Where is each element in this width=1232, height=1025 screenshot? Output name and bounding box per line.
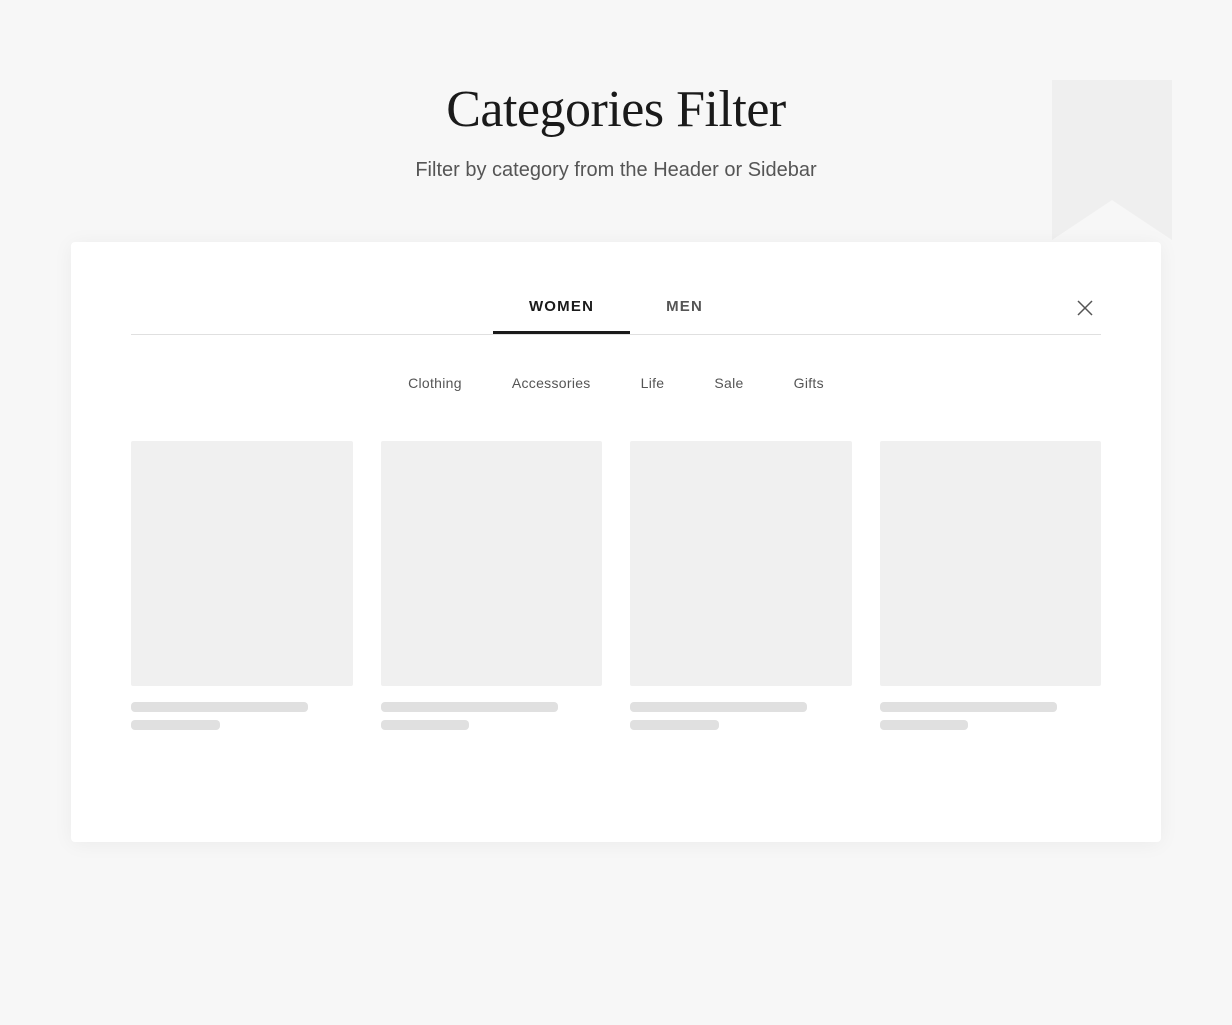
category-clothing[interactable]: Clothing xyxy=(408,375,462,391)
product-image-4 xyxy=(880,441,1102,686)
tabs-container: WOMEN MEN xyxy=(493,282,739,334)
product-card-1[interactable] xyxy=(131,441,353,730)
product-card-2[interactable] xyxy=(381,441,603,730)
category-life[interactable]: Life xyxy=(641,375,665,391)
product-title-placeholder-1 xyxy=(131,702,308,712)
page-header: Categories Filter Filter by category fro… xyxy=(415,0,816,242)
product-price-placeholder-3 xyxy=(630,720,719,730)
page-title: Categories Filter xyxy=(415,80,816,139)
product-card-4[interactable] xyxy=(880,441,1102,730)
product-price-placeholder-2 xyxy=(381,720,470,730)
modal-container: WOMEN MEN Clothing Accessories Life Sale… xyxy=(71,242,1161,842)
product-image-2 xyxy=(381,441,603,686)
products-grid xyxy=(131,441,1101,730)
tab-men[interactable]: MEN xyxy=(630,282,739,334)
decorative-shape xyxy=(1052,80,1172,240)
category-accessories[interactable]: Accessories xyxy=(512,375,591,391)
category-nav: Clothing Accessories Life Sale Gifts xyxy=(131,365,1101,401)
product-title-placeholder-4 xyxy=(880,702,1057,712)
page-subtitle: Filter by category from the Header or Si… xyxy=(415,159,816,182)
product-card-3[interactable] xyxy=(630,441,852,730)
close-icon xyxy=(1076,299,1094,317)
category-sale[interactable]: Sale xyxy=(714,375,743,391)
modal-header: WOMEN MEN xyxy=(131,282,1101,335)
product-title-placeholder-3 xyxy=(630,702,807,712)
product-price-placeholder-4 xyxy=(880,720,969,730)
product-image-3 xyxy=(630,441,852,686)
product-price-placeholder-1 xyxy=(131,720,220,730)
product-title-placeholder-2 xyxy=(381,702,558,712)
tab-women[interactable]: WOMEN xyxy=(493,282,630,334)
close-button[interactable] xyxy=(1069,292,1101,324)
category-gifts[interactable]: Gifts xyxy=(794,375,824,391)
product-image-1 xyxy=(131,441,353,686)
